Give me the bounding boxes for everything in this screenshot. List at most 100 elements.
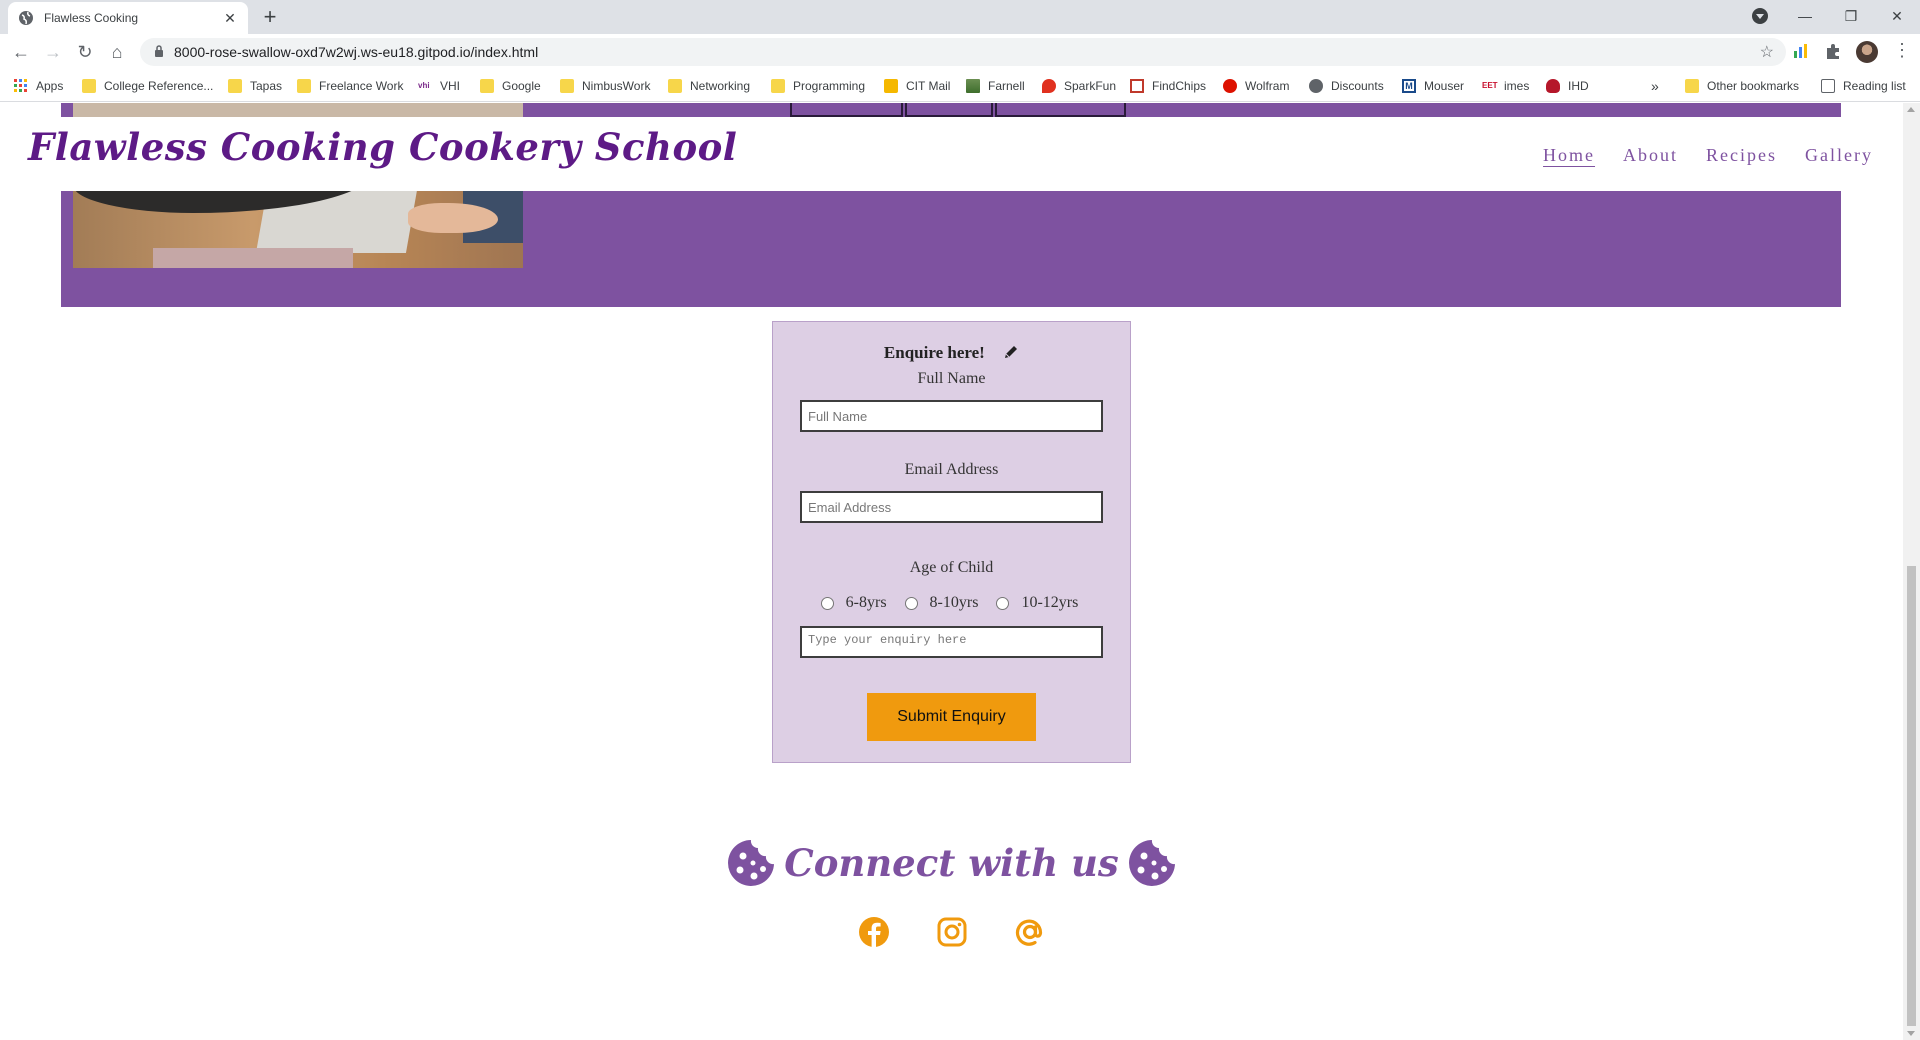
vhi-icon: vhi [418, 81, 430, 90]
age-radio-10-12[interactable] [996, 596, 1010, 610]
home-icon[interactable]: ⌂ [105, 40, 129, 64]
bookmark-wolfram[interactable]: Wolfram [1223, 76, 1289, 96]
brand-logo-text[interactable]: Flawless Cooking Cookery School [28, 125, 737, 169]
lock-icon [155, 45, 163, 57]
bookmark-networking[interactable]: Networking [668, 76, 750, 96]
analytics-extension-icon[interactable] [1792, 42, 1810, 60]
scroll-up-arrow-icon[interactable] [1907, 107, 1915, 112]
connect-text: Connect with us [784, 841, 1119, 885]
browser-tab-bar: Flawless Cooking ✕ + — ❐ ✕ [0, 0, 1920, 34]
age-label: Age of Child [909, 559, 994, 576]
profile-avatar[interactable] [1856, 41, 1878, 63]
enquiry-form: Enquire here! Full Name Email Address Ag… [772, 321, 1131, 763]
bookmark-ihd[interactable]: IHD [1546, 76, 1589, 96]
bookmark-label: Programming [793, 79, 866, 93]
cookie-icon [1129, 840, 1176, 886]
email-label: Email Address [904, 461, 999, 478]
eet-icon: EET [1482, 81, 1498, 90]
bookmark-farnell[interactable]: Farnell [966, 76, 1025, 96]
back-arrow-icon[interactable]: ← [9, 40, 33, 64]
cookie-icon [727, 840, 774, 886]
bookmark-other[interactable]: Other bookmarks [1685, 76, 1799, 96]
folder-icon [228, 79, 242, 93]
age-option-label: 6-8yrs [845, 594, 887, 611]
bookmark-freelance[interactable]: Freelance Work [297, 76, 403, 96]
bookmarks-bar: Apps College Reference... Tapas Freelanc… [0, 70, 1920, 102]
forward-arrow-icon[interactable]: → [41, 40, 65, 64]
nav-recipes[interactable]: Recipes [1706, 145, 1777, 166]
pencil-icon [1005, 346, 1018, 358]
reading-list-icon [1821, 79, 1835, 93]
site-navbar: Flawless Cooking Cookery School Home Abo… [0, 117, 1903, 191]
age-radio-8-10[interactable] [904, 596, 918, 610]
scroll-down-arrow-icon[interactable] [1907, 1031, 1915, 1036]
restore-icon[interactable]: ❐ [1828, 0, 1874, 32]
form-title: Enquire here! [773, 343, 1130, 363]
new-tab-plus-icon[interactable]: + [258, 6, 282, 30]
bookmark-cit-mail[interactable]: CIT Mail [884, 76, 950, 96]
enquiry-textarea[interactable] [800, 626, 1103, 658]
reading-list-button[interactable]: Reading list [1821, 76, 1906, 96]
bookmark-discounts[interactable]: Discounts [1309, 76, 1384, 96]
age-radio-group: 6-8yrs 8-10yrs 10-12yrs [773, 594, 1130, 612]
bookmark-label: CIT Mail [906, 79, 951, 93]
bookmark-findchips[interactable]: FindChips [1130, 76, 1206, 96]
browser-toolbar: ← → ↻ ⌂ 8000-rose-swallow-oxd7w2wj.ws-eu… [0, 34, 1920, 70]
globe-icon [18, 10, 34, 26]
tab-close-icon[interactable]: ✕ [222, 10, 238, 27]
apps-grid-icon [14, 79, 27, 92]
menu-kebab-icon[interactable]: ⋮ [1893, 40, 1911, 61]
age-option-label: 8-10yrs [929, 594, 979, 611]
connect-heading: Connect with us [0, 838, 1903, 888]
instagram-icon[interactable] [935, 915, 969, 949]
tab-search-dropdown-icon[interactable] [1752, 8, 1768, 24]
bookmark-vhi[interactable]: vhi VHI [418, 76, 460, 96]
bookmark-mouser[interactable]: M Mouser [1402, 76, 1464, 96]
bookmark-star-icon[interactable]: ☆ [1760, 42, 1774, 62]
facebook-icon[interactable] [857, 915, 891, 949]
browser-tab[interactable]: Flawless Cooking ✕ [8, 2, 248, 34]
bookmark-sparkfun[interactable]: SparkFun [1042, 76, 1116, 96]
bookmark-programming[interactable]: Programming [771, 76, 865, 96]
folder-icon [82, 79, 96, 93]
bookmark-nimbuswork[interactable]: NimbusWork [560, 76, 650, 96]
bookmark-label: Other bookmarks [1707, 79, 1800, 93]
bookmark-label: Wolfram [1245, 79, 1290, 93]
hero-button-edge[interactable] [905, 103, 993, 117]
sparkfun-icon [1042, 79, 1056, 93]
bookmark-imes[interactable]: EET imes [1482, 76, 1529, 96]
bookmark-label: imes [1504, 79, 1530, 93]
extensions-puzzle-icon[interactable] [1824, 42, 1842, 60]
bookmark-label: NimbusWork [582, 79, 651, 93]
folder-icon [771, 79, 785, 93]
nav-home[interactable]: Home [1543, 145, 1595, 166]
close-window-icon[interactable]: ✕ [1874, 0, 1920, 32]
bookmark-apps[interactable]: Apps [14, 76, 63, 96]
folder-icon [1685, 79, 1699, 93]
page-scrollbar[interactable] [1903, 103, 1920, 1040]
minimize-icon[interactable]: — [1782, 0, 1828, 32]
globe-icon [1309, 79, 1323, 93]
email-input[interactable] [800, 491, 1103, 523]
bookmark-tapas[interactable]: Tapas [228, 76, 282, 96]
cit-icon [884, 79, 898, 93]
bookmark-label: Farnell [988, 79, 1025, 93]
scrollbar-thumb[interactable] [1907, 566, 1916, 1026]
email-at-icon[interactable] [1013, 915, 1047, 949]
submit-enquiry-button[interactable]: Submit Enquiry [867, 693, 1036, 741]
address-bar[interactable]: 8000-rose-swallow-oxd7w2wj.ws-eu18.gitpo… [140, 38, 1786, 66]
age-radio-6-8[interactable] [820, 596, 834, 610]
bookmark-label: IHD [1568, 79, 1589, 93]
bookmark-label: Networking [690, 79, 751, 93]
nav-about[interactable]: About [1623, 145, 1678, 166]
hero-button-edge[interactable] [995, 103, 1126, 117]
hero-button-edge[interactable] [790, 103, 903, 117]
more-bookmarks-chevron-icon[interactable]: » [1651, 76, 1659, 96]
nav-gallery[interactable]: Gallery [1805, 145, 1873, 166]
bookmark-college[interactable]: College Reference... [82, 76, 213, 96]
bookmark-google[interactable]: Google [480, 76, 541, 96]
full-name-input[interactable] [800, 400, 1103, 432]
reload-icon[interactable]: ↻ [73, 40, 97, 64]
ihd-icon [1546, 79, 1560, 93]
bookmark-label: Google [502, 79, 541, 93]
